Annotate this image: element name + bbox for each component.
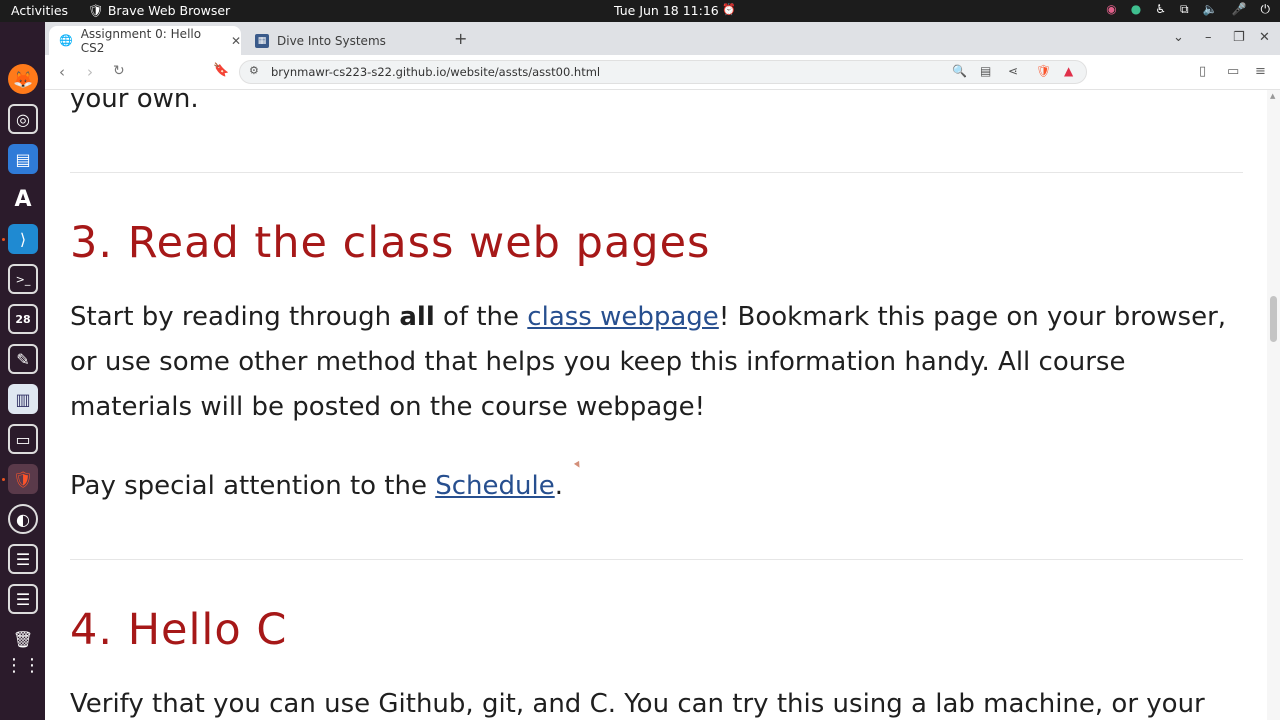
zoom-icon[interactable]: 🔍 [952,64,967,78]
section-4-paragraph-1: Verify that you can use Github, git, and… [70,689,1205,719]
apps-grid-icon[interactable]: ⋮⋮ [5,650,41,680]
page-viewport: your own. 3. Read the class web pages St… [45,90,1267,720]
alarm-icon: ⏰ [722,3,736,16]
bookmark-icon[interactable]: 🔖 [213,63,229,78]
document-icon[interactable]: ▤ [8,144,38,174]
app-menu[interactable]: 🛡 Brave Web Browser [88,3,230,19]
volume-icon[interactable]: 🔈 [1203,2,1218,17]
tab-list-chevron-icon[interactable]: ⌄ [1173,30,1184,45]
brave-rewards-icon[interactable]: ▲ [1064,64,1073,78]
tab-title: Assignment 0: Hello CS2 [80,26,202,55]
brave-shields-icon[interactable]: 🛡 [1036,64,1051,78]
tab-strip: 🌐 Assignment 0: Hello CS2 ✕ ▦ Dive Into … [45,22,1280,55]
record-icon[interactable]: ◉ [1106,2,1116,17]
site-info-icon[interactable]: ⚙ [249,64,259,77]
url-text[interactable]: brynmawr-cs223-s22.github.io/website/ass… [271,65,600,79]
accessibility-icon[interactable]: ♿ [1155,2,1166,17]
text-run: Start by reading through [70,302,400,332]
bold-all: all [399,302,435,332]
power-icon[interactable]: ⏻ [1261,2,1271,17]
divider [70,559,1243,560]
brave-small-icon: 🛡 [88,3,104,18]
section-4-heading: 4. Hello C [70,605,288,655]
system-tray[interactable]: ◉ ● ♿ ⧉ 🔈 🎤 ⏻ [1106,2,1270,17]
book-icon: ▦ [255,33,269,48]
running-indicator [2,478,5,481]
terminal-icon[interactable]: >_ [8,264,38,294]
mic-icon[interactable]: 🎤 [1232,2,1247,17]
editor-icon[interactable]: ✎ [8,344,38,374]
tab-title: Dive Into Systems [277,33,386,48]
vscode-icon[interactable]: ⟩ [8,224,38,254]
section-3-paragraph-1: Start by reading through all of the clas… [70,295,1230,430]
new-tab-button[interactable]: + [454,29,467,48]
page-scrollbar[interactable]: ▲ [1267,90,1280,720]
browser-toolbar: ‹ › ↻ 🔖 ⚙ brynmawr-cs223-s22.github.io/w… [45,55,1280,90]
tab-dive-into-systems[interactable]: ▦ Dive Into Systems [253,26,443,55]
text-run: of the [434,302,528,332]
storage2-icon[interactable]: ☰ [8,584,38,614]
section-3-heading: 3. Read the class web pages [70,218,711,268]
minimize-icon[interactable]: – [1205,30,1212,45]
class-webpage-link[interactable]: class webpage [527,302,719,332]
text-run: Pay special attention to the [70,471,436,501]
maximize-icon[interactable]: ❐ [1233,30,1245,45]
forward-icon[interactable]: › [87,63,93,81]
ubuntu-dock: 🦊 ◎ ▤ A ⟩ >_ 28 ✎ ▥ ▭ 🛡 ◐ ☰ ☰ 🗑 ⋮⋮ [0,22,45,720]
firefox-icon[interactable]: 🦊 [8,64,38,94]
window-close-icon[interactable]: ✕ [1259,30,1270,45]
schedule-link[interactable]: Schedule [435,471,554,501]
text-run: . [554,471,563,501]
scroll-up-arrow-icon[interactable]: ▲ [1270,92,1275,100]
back-icon[interactable]: ‹ [59,63,65,81]
globe-icon: 🌐 [59,34,73,47]
circle-icon[interactable]: ● [1131,2,1141,17]
sidebar-icon[interactable]: ▯ [1199,64,1206,79]
address-bar[interactable]: ⚙ brynmawr-cs223-s22.github.io/website/a… [239,60,1087,84]
close-tab-icon[interactable]: ✕ [231,34,241,48]
network-icon[interactable]: ⧉ [1180,2,1189,17]
activities-button[interactable]: Activities [11,3,68,18]
files-icon[interactable]: ▭ [8,424,38,454]
obs-icon[interactable]: ◐ [8,504,38,534]
running-indicator [2,238,5,241]
app-name: Brave Web Browser [107,3,231,18]
previous-paragraph-end: your own. [70,90,199,114]
settings-icon[interactable]: ◎ [8,104,38,134]
fonts-icon[interactable]: A [8,184,38,214]
storage-icon[interactable]: ☰ [8,544,38,574]
reader-mode-icon[interactable]: ▤ [980,64,991,78]
tab-assignment[interactable]: 🌐 Assignment 0: Hello CS2 ✕ [49,26,241,55]
reload-icon[interactable]: ↻ [113,63,125,79]
clock[interactable]: Tue Jun 18 11:16 [614,3,719,18]
wallet-icon[interactable]: ▭ [1227,64,1239,79]
calendar-icon[interactable]: 28 [8,304,38,334]
scrollbar-thumb[interactable] [1270,296,1277,342]
share-icon[interactable]: ⋖ [1008,64,1018,78]
notes-icon[interactable]: ▥ [8,384,38,414]
brave-icon[interactable]: 🛡 [8,464,38,494]
divider [70,172,1243,173]
menu-icon[interactable]: ≡ [1255,64,1266,79]
system-top-bar: Activities 🛡 Brave Web Browser Tue Jun 1… [0,0,1280,22]
section-3-paragraph-2: Pay special attention to the Schedule. [70,464,1230,509]
